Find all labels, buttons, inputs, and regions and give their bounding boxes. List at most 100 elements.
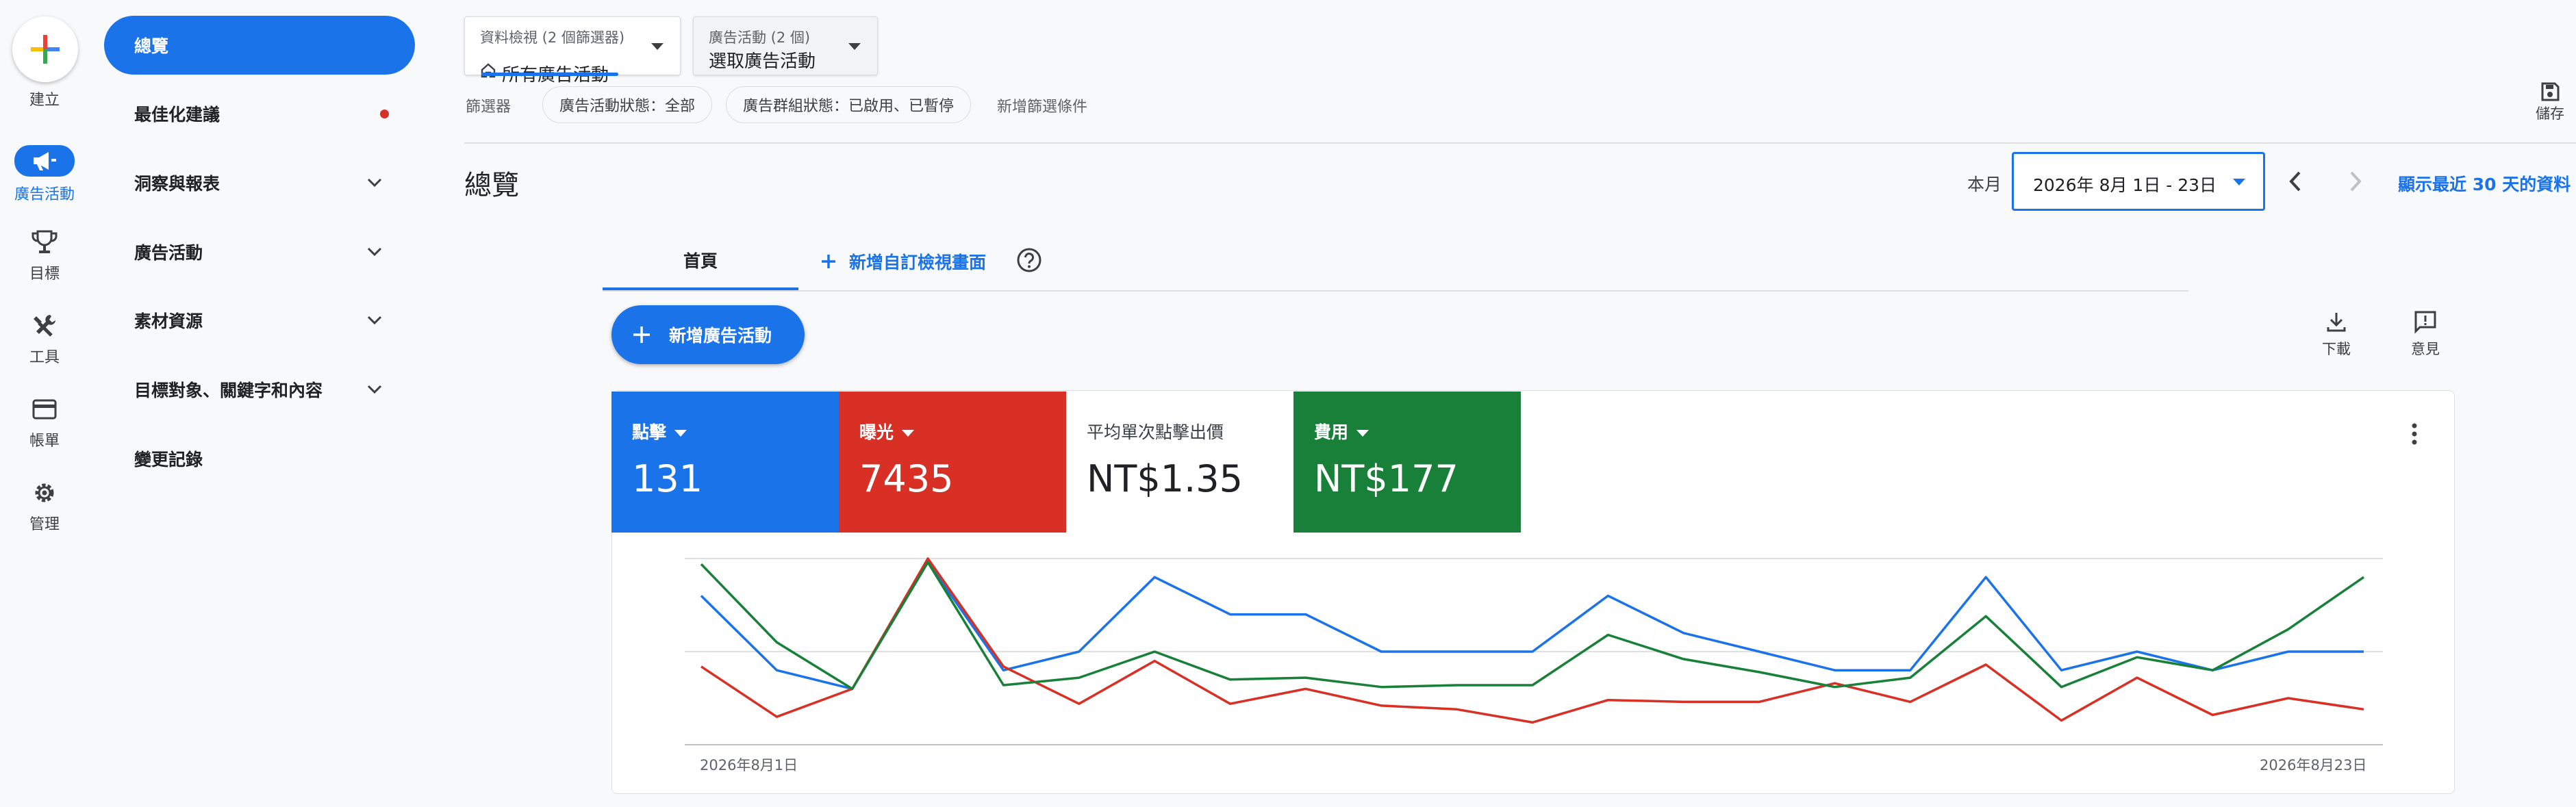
download-icon — [2327, 313, 2346, 332]
series-line-0 — [700, 561, 2364, 691]
date-period-label: 本月 — [1967, 175, 2002, 194]
trophy-icon — [31, 230, 58, 253]
nav-assets[interactable]: 素材資源 — [104, 291, 415, 350]
feedback-label: 意見 — [2411, 341, 2440, 357]
new-campaign-button[interactable]: 新增廣告活動 — [611, 305, 805, 364]
chip-campaign-status-label: 廣告活動狀態：全部 — [559, 98, 696, 115]
nav-change-history[interactable]: 變更記錄 — [104, 429, 415, 488]
nav-targeting-label: 目標對象、關鍵字和內容 — [134, 381, 323, 400]
rail-campaigns[interactable]: 廣告活動 — [0, 145, 89, 204]
rail-admin[interactable]: 管理 — [0, 479, 89, 534]
rail-billing[interactable]: 帳單 — [0, 396, 89, 450]
more-vert-icon[interactable] — [2405, 420, 2424, 448]
series-line-1 — [700, 557, 2364, 724]
date-range-select[interactable]: 2026年 8月 1日 - 23日 — [2012, 152, 2265, 211]
nav-assets-label: 素材資源 — [134, 311, 203, 331]
nav-change-history-label: 變更記錄 — [134, 450, 203, 470]
tabs-divider — [603, 290, 2188, 292]
campaign-select[interactable]: 廣告活動 (2 個) 選取廣告活動 — [693, 16, 878, 75]
nav-campaigns[interactable]: 廣告活動 — [104, 222, 415, 281]
caret-down-icon — [848, 43, 861, 50]
metric-impressions[interactable]: 曝光 7435 — [839, 392, 1066, 533]
x-axis-start-label: 2026年8月1日 — [700, 757, 798, 773]
campaign-caption: 廣告活動 (2 個) — [709, 29, 811, 46]
caret-down-icon — [651, 43, 664, 50]
rail-billing-label: 帳單 — [29, 433, 60, 450]
save-label: 儲存 — [2536, 105, 2564, 122]
page-title: 總覽 — [464, 170, 519, 201]
metric-cost[interactable]: 費用 NT$177 — [1293, 392, 1521, 533]
save-icon — [2541, 82, 2560, 101]
x-axis-end-label: 2026年8月23日 — [2260, 757, 2367, 773]
data-view-select[interactable]: 資料檢視 (2 個篩選器) 所有廣告活動 — [464, 16, 681, 86]
chip-adgroup-status[interactable]: 廣告群組狀態：已啟用、已暫停 — [726, 86, 972, 123]
chevron-down-icon — [367, 247, 382, 257]
rail-tools[interactable]: 工具 — [0, 312, 89, 367]
chevron-down-icon — [367, 316, 382, 325]
chevron-down-icon — [367, 178, 382, 188]
plus-icon — [633, 326, 650, 343]
notification-dot — [380, 110, 389, 118]
plus-multicolor-icon — [31, 35, 60, 64]
new-campaign-label: 新增廣告活動 — [669, 326, 772, 346]
download-button[interactable]: 下載 — [2312, 309, 2361, 359]
chevron-left-icon[interactable] — [2284, 168, 2308, 194]
selected-underline — [481, 73, 618, 76]
create-button[interactable] — [12, 16, 78, 82]
chip-adgroup-status-label: 廣告群組狀態：已啟用、已暫停 — [743, 98, 955, 115]
rail-campaigns-label: 廣告活動 — [14, 186, 75, 203]
tab-home[interactable]: 首頁 — [603, 235, 798, 290]
home-icon — [481, 63, 496, 78]
tab-add-custom-view[interactable]: 新增自訂檢視畫面 — [819, 248, 986, 275]
last-30-days-link[interactable]: 顯示最近 30 天的資料 — [2398, 171, 2571, 196]
rail-goals-label: 目標 — [29, 266, 60, 283]
wrench-icon — [34, 315, 55, 337]
caret-down-icon — [1356, 430, 1369, 437]
metric-avg-cpc[interactable]: 平均單次點擊出價 NT$1.35 — [1066, 392, 1293, 533]
chevron-down-icon — [367, 385, 382, 394]
metric-cost-label: 費用 — [1314, 419, 1369, 444]
chevron-right-icon[interactable] — [2343, 168, 2366, 194]
rail-goals[interactable]: 目標 — [0, 229, 89, 283]
rail-admin-label: 管理 — [29, 516, 60, 533]
tab-add-custom-view-label: 新增自訂檢視畫面 — [849, 253, 987, 272]
download-label: 下載 — [2322, 341, 2351, 357]
nav-recommendations-label: 最佳化建議 — [134, 105, 220, 125]
metric-impressions-label: 曝光 — [859, 419, 915, 444]
gear-icon — [35, 483, 54, 502]
nav-recommendations[interactable]: 最佳化建議 — [104, 84, 415, 143]
feedback-button[interactable]: 意見 — [2401, 309, 2450, 359]
metric-avg-cpc-label: 平均單次點擊出價 — [1087, 422, 1224, 442]
campaign-value: 選取廣告活動 — [709, 51, 816, 72]
feedback-icon — [2414, 311, 2436, 334]
save-button[interactable]: 儲存 — [2524, 81, 2576, 123]
megaphone-icon — [34, 152, 56, 170]
nav-campaigns-label: 廣告活動 — [134, 243, 203, 263]
nav-targeting[interactable]: 目標對象、關鍵字和內容 — [104, 360, 415, 419]
metric-clicks-value: 131 — [632, 457, 703, 500]
filter-label: 篩選器 — [466, 99, 512, 116]
rail-tools-label: 工具 — [29, 349, 60, 366]
nav-overview-label: 總覽 — [134, 36, 169, 56]
caret-down-icon — [674, 430, 687, 437]
caret-down-icon — [902, 430, 915, 437]
header-divider — [464, 142, 2576, 144]
metric-clicks[interactable]: 點擊 131 — [611, 392, 839, 533]
date-range-value: 2026年 8月 1日 - 23日 — [2033, 175, 2217, 195]
metric-impressions-value: 7435 — [859, 457, 954, 500]
help-icon[interactable] — [1016, 247, 1042, 273]
add-filter-link[interactable]: 新增篩選條件 — [997, 94, 1087, 116]
credit-card-icon — [32, 399, 57, 420]
nav-insights-label: 洞察與報表 — [134, 174, 220, 194]
caret-down-icon — [2233, 179, 2245, 185]
metric-clicks-label: 點擊 — [632, 419, 687, 444]
nav-overview[interactable]: 總覽 — [104, 16, 415, 75]
series-line-2 — [700, 561, 2364, 691]
data-view-caption: 資料檢視 (2 個篩選器) — [480, 29, 625, 46]
performance-chart — [685, 557, 2383, 745]
nav-insights[interactable]: 洞察與報表 — [104, 153, 415, 212]
chip-campaign-status[interactable]: 廣告活動狀態：全部 — [542, 86, 713, 123]
plus-icon — [822, 255, 835, 268]
metric-avg-cpc-value: NT$1.35 — [1087, 457, 1243, 500]
create-label: 建立 — [29, 92, 60, 109]
